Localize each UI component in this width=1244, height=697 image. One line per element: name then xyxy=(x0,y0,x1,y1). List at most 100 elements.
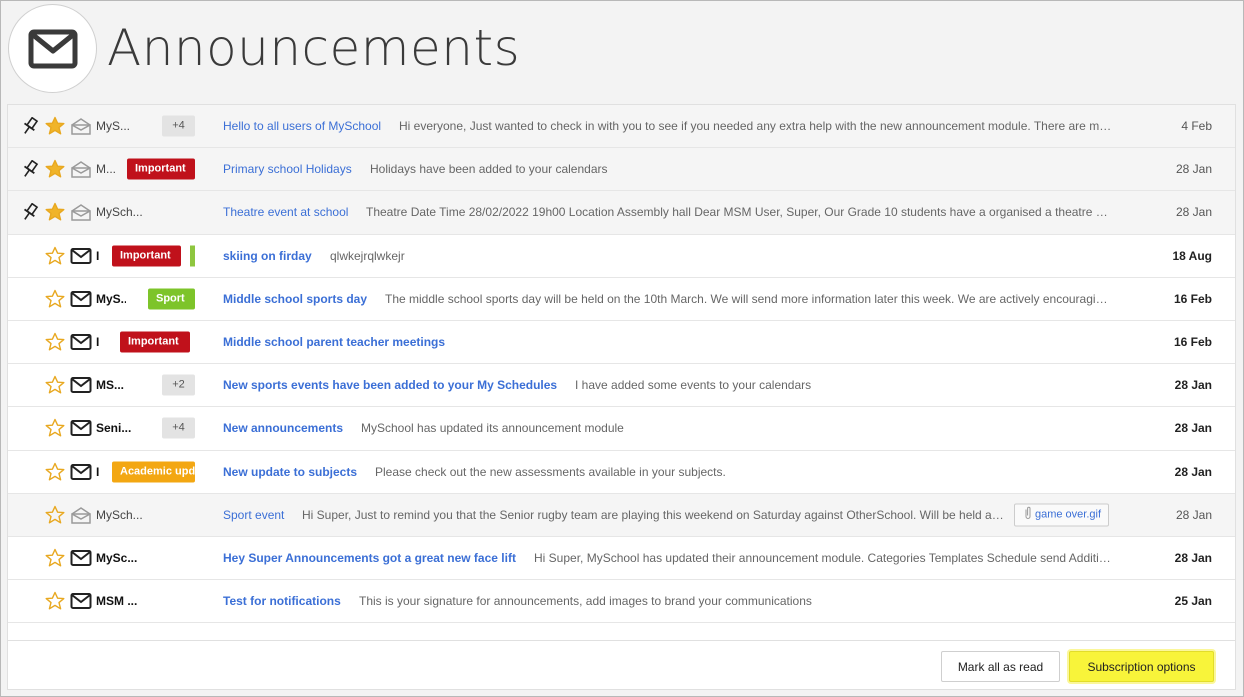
recipient-count-badge: +4 xyxy=(162,115,195,137)
announcement-date: 28 Jan xyxy=(1174,421,1212,436)
sender-name: MyS... xyxy=(96,119,131,134)
envelope-icon[interactable] xyxy=(70,376,92,394)
envelope-open-icon[interactable] xyxy=(70,506,92,524)
star-icon[interactable] xyxy=(45,591,65,611)
announcement-subject[interactable]: New sports events have been added to you… xyxy=(223,378,557,392)
announcement-date: 28 Jan xyxy=(1174,550,1212,565)
sender-name: M... xyxy=(96,162,116,177)
envelope-open-icon[interactable] xyxy=(70,203,92,222)
announcement-date: 28 Jan xyxy=(1175,507,1212,522)
announcement-row[interactable]: MS... +2 New sports events have been added… xyxy=(8,364,1235,408)
announcement-subject[interactable]: New update to subjects xyxy=(223,465,357,479)
announcement-date: 28 Jan xyxy=(1174,378,1212,393)
sender-name: MSM ... xyxy=(96,594,138,609)
star-icon[interactable] xyxy=(45,505,65,525)
announcement-row[interactable]: MyS... +4 Hello to all users of MySchool Hi… xyxy=(8,105,1235,149)
announcement-date: 28 Jan xyxy=(1175,205,1212,220)
footer-bar: Mark all as read Subscription options xyxy=(8,640,1235,691)
envelope-open-icon[interactable] xyxy=(70,160,92,179)
category-badge: Academic upda xyxy=(112,461,195,483)
star-icon[interactable] xyxy=(45,548,65,568)
pin-icon[interactable] xyxy=(21,116,39,135)
page-title: Announcements xyxy=(107,19,521,77)
sender-name: I xyxy=(96,335,100,350)
announcement-date: 4 Feb xyxy=(1181,119,1212,134)
sender-name: MySch... xyxy=(96,205,143,220)
announcement-row[interactable]: I Important Middle school parent teacher m… xyxy=(8,320,1235,365)
announcement-preview: qlwkejrqlwkejr xyxy=(330,248,405,263)
announcement-row[interactable]: I Academic upda New update to subjects Plea… xyxy=(8,450,1235,494)
envelope-icon xyxy=(8,4,97,93)
sender-name: MySch... xyxy=(96,507,143,522)
star-icon[interactable] xyxy=(45,116,65,136)
star-icon[interactable] xyxy=(45,418,65,438)
star-icon[interactable] xyxy=(45,332,65,352)
announcement-row[interactable]: MSM ... Test for notifications This is you… xyxy=(8,580,1235,624)
announcement-date: 16 Feb xyxy=(1173,335,1212,350)
announcement-subject[interactable]: Middle school sports day xyxy=(223,292,367,306)
star-icon[interactable] xyxy=(45,289,65,309)
star-icon[interactable] xyxy=(45,375,65,395)
category-badge: Important xyxy=(112,245,181,267)
paperclip-icon xyxy=(1022,507,1032,523)
envelope-icon[interactable] xyxy=(70,463,92,481)
pin-icon[interactable] xyxy=(21,203,39,221)
star-icon[interactable] xyxy=(45,202,65,222)
attachment-chip[interactable]: game over.gif xyxy=(1014,503,1109,527)
announcement-date: 18 Aug xyxy=(1172,248,1212,263)
page-header: Announcements xyxy=(1,1,1244,101)
announcement-subject[interactable]: Theatre event at school xyxy=(223,205,348,219)
category-color-bar xyxy=(190,245,195,267)
sender-name: MS... xyxy=(96,378,125,393)
star-icon[interactable] xyxy=(45,246,65,266)
announcement-preview: MySchool has updated its announcement mo… xyxy=(361,421,624,436)
announcement-preview: Theatre Date Time 28/02/2022 19h00 Locat… xyxy=(366,205,1113,220)
announcement-subject[interactable]: skiing on firday xyxy=(223,249,312,263)
announcement-subject[interactable]: Sport event xyxy=(223,508,284,522)
announcement-row[interactable]: MySc... Hey Super Announcements got a gre… xyxy=(8,536,1235,581)
announcement-preview: This is your signature for announcements… xyxy=(359,594,812,609)
pin-icon[interactable] xyxy=(21,159,39,178)
envelope-icon[interactable] xyxy=(70,549,92,567)
star-icon[interactable] xyxy=(45,462,65,482)
category-badge: Sport xyxy=(148,288,195,310)
announcement-preview: Hi everyone, Just wanted to check in wit… xyxy=(399,119,1113,134)
announcement-row[interactable]: Seni... +4 New announcements MySchool has u… xyxy=(8,407,1235,451)
announcement-row[interactable]: MySch... Theatre event at school Theatre D… xyxy=(8,191,1235,235)
announcement-date: 25 Jan xyxy=(1174,594,1212,609)
envelope-icon[interactable] xyxy=(70,419,92,437)
sender-name: I xyxy=(96,464,100,479)
sender-name: MyS... xyxy=(96,291,126,306)
announcement-preview: Holidays have been added to your calenda… xyxy=(370,162,608,177)
envelope-icon[interactable] xyxy=(70,290,92,308)
announcement-row[interactable]: I Important skiing on firday qlwkejrqlwkejr… xyxy=(8,234,1235,278)
announcement-row[interactable]: MyS... Sport Middle school sports day The m… xyxy=(8,277,1235,321)
announcement-subject[interactable]: Test for notifications xyxy=(223,594,341,608)
announcement-subject[interactable]: Primary school Holidays xyxy=(223,162,352,176)
star-icon[interactable] xyxy=(45,159,65,179)
announcement-subject[interactable]: New announcements xyxy=(223,421,343,435)
sender-name: I xyxy=(96,248,100,263)
announcement-subject[interactable]: Hey Super Announcements got a great new … xyxy=(223,551,516,565)
announcement-list: MyS... +4 Hello to all users of MySchool Hi… xyxy=(8,105,1235,624)
envelope-icon[interactable] xyxy=(70,247,92,265)
announcement-row[interactable]: MySch... Sport event Hi Super, Just to rem… xyxy=(8,493,1235,537)
announcement-date: 28 Jan xyxy=(1175,162,1212,177)
announcement-subject[interactable]: Middle school parent teacher meetings xyxy=(223,335,445,349)
announcement-date: 28 Jan xyxy=(1174,464,1212,479)
sender-name: MySc... xyxy=(96,550,138,565)
subscription-options-button[interactable]: Subscription options xyxy=(1069,651,1214,682)
recipient-count-badge: +2 xyxy=(162,374,195,396)
envelope-icon[interactable] xyxy=(70,333,92,351)
attachment-name: game over.gif xyxy=(1034,508,1102,521)
announcement-preview: Please check out the new assessments ava… xyxy=(375,464,726,479)
category-badge: Important xyxy=(127,158,195,180)
announcement-row[interactable]: M... Important Primary school Holidays Holi… xyxy=(8,148,1235,192)
announcement-preview: I have added some events to your calenda… xyxy=(575,378,812,393)
announcements-panel: MyS... +4 Hello to all users of MySchool Hi… xyxy=(7,104,1236,690)
announcement-preview: Hi Super, Just to remind you that the Se… xyxy=(302,507,1004,522)
announcement-subject[interactable]: Hello to all users of MySchool xyxy=(223,119,381,133)
envelope-icon[interactable] xyxy=(70,592,92,610)
envelope-open-icon[interactable] xyxy=(70,117,92,135)
mark-all-read-button[interactable]: Mark all as read xyxy=(941,651,1060,682)
